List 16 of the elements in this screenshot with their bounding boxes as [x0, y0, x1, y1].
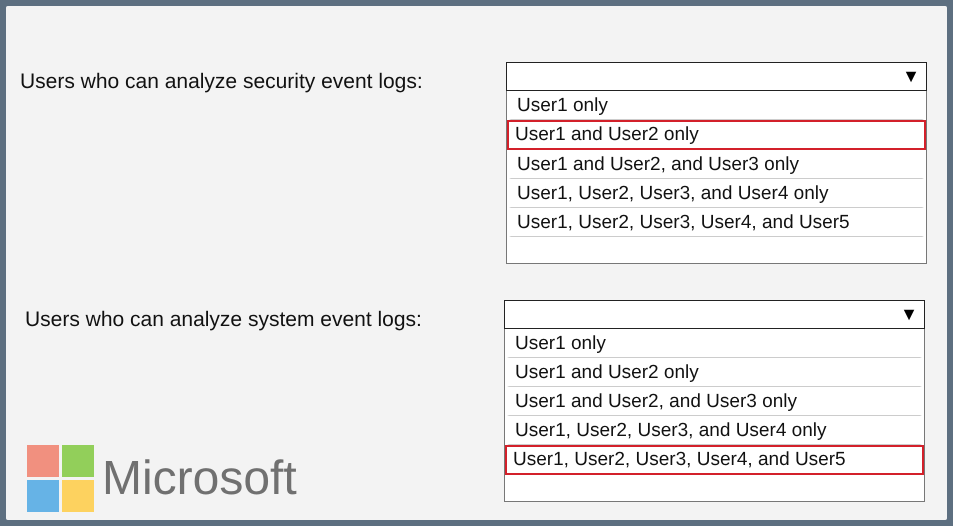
dropdown-option[interactable]: User1, User2, User3, and User4 only [509, 179, 924, 208]
question-label: Users who can analyze system event logs: [24, 307, 422, 332]
dropdown-option[interactable]: User1 and User2, and User3 only [507, 387, 922, 416]
dropdown-option[interactable]: User1 and User2 only [507, 120, 926, 150]
question-label: Users who can analyze security event logs: [20, 69, 423, 94]
dropdown-option[interactable]: User1 and User2, and User3 only [509, 150, 924, 179]
dropdown-option[interactable]: User1 only [509, 91, 924, 120]
logo-text: Microsoft [102, 451, 297, 506]
dropdown-field[interactable]: ▼ [506, 62, 927, 91]
dropdown-option[interactable]: User1 only [507, 329, 922, 358]
logo-icon [27, 445, 94, 512]
dropdown-option[interactable]: User1, User2, User3, User4, and User5 [505, 445, 924, 475]
dropdown-option[interactable]: User1 and User2 only [507, 358, 922, 387]
dropdown-option[interactable]: User1, User2, User3, User4, and User5 [509, 208, 924, 237]
dropdown-option[interactable]: User1, User2, User3, and User4 only [507, 416, 922, 445]
dropdown-field[interactable]: ▼ [504, 300, 925, 329]
